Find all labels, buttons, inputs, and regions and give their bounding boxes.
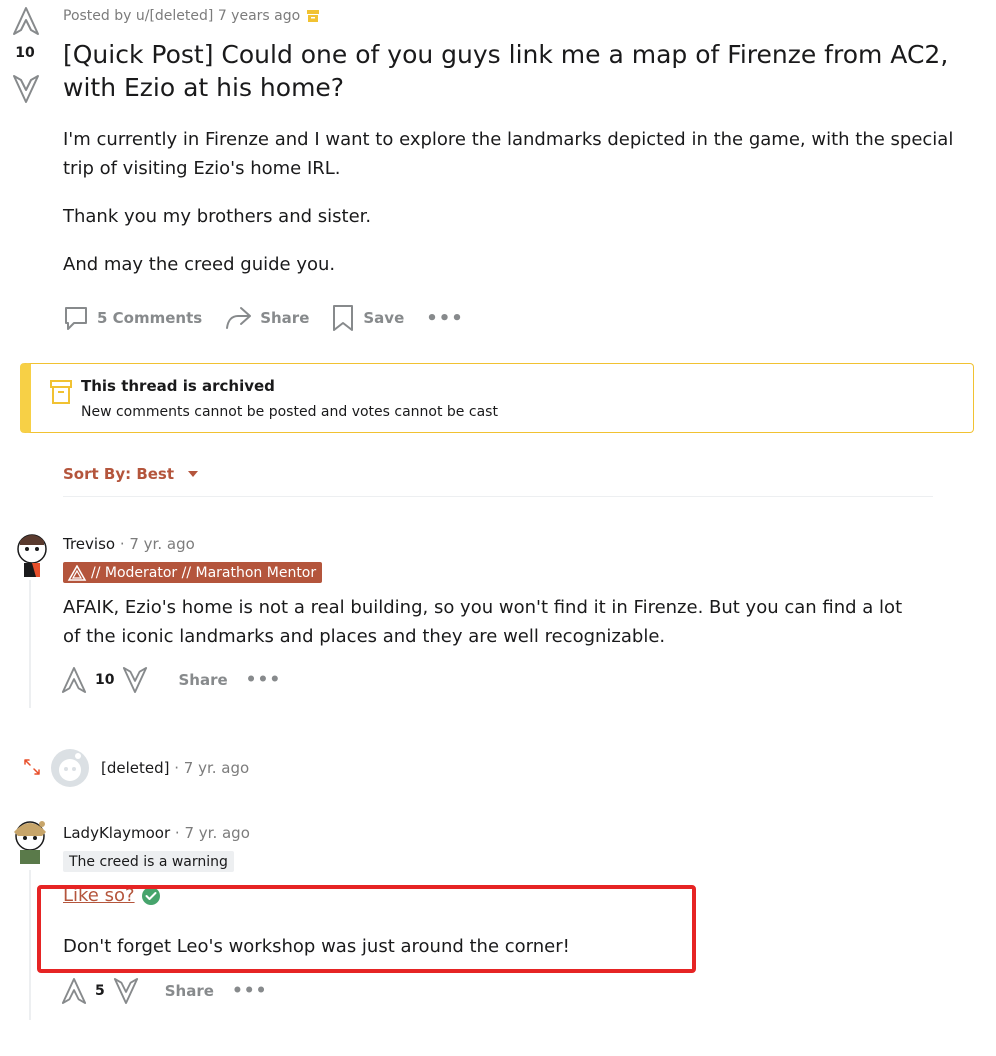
comment-actions: 10 Share ••• [61,665,281,695]
comment-time: · 7 yr. ago [115,535,195,553]
divider [63,496,933,497]
user-flair: // Moderator // Marathon Mentor [63,562,323,583]
expand-arrows-icon [24,759,40,775]
flair-text: // Moderator // Marathon Mentor [91,564,317,581]
downvote-button[interactable] [122,665,148,695]
share-icon [226,307,252,329]
comment-meta: LadyKlaymoor · 7 yr. ago [63,824,250,842]
avatar[interactable] [8,814,52,866]
post-score: 10 [15,45,35,61]
archive-box-icon [50,379,72,405]
comment-more-button[interactable]: ••• [232,981,268,1001]
archived-title: This thread is archived [81,377,275,395]
archived-subtitle: New comments cannot be posted and votes … [81,404,498,420]
comments-button[interactable]: 5 Comments [63,305,202,331]
save-button[interactable]: Save [331,304,404,332]
upvote-button[interactable] [12,6,40,36]
sort-label: Sort By: Best [63,465,175,483]
save-label: Save [363,309,405,327]
comment-meta: Treviso · 7 yr. ago [63,535,195,553]
default-avatar-icon [51,749,89,787]
downvote-button[interactable] [12,74,40,104]
thread-line[interactable] [29,870,31,1020]
upvote-button[interactable] [61,976,87,1006]
user-flair: The creed is a warning [63,851,234,872]
thread-line[interactable] [29,580,31,708]
bookmark-icon [333,305,354,331]
downvote-button[interactable] [113,976,139,1006]
assassin-insignia-icon [67,564,87,581]
assassin-upvote-icon [61,978,87,1004]
post-body: I'm currently in Firenze and I want to e… [63,125,983,298]
comment-share-button[interactable]: Share [178,671,227,689]
caret-down-icon [188,471,199,477]
comment-author[interactable]: LadyKlaymoor [63,824,170,842]
avatar[interactable] [12,527,52,579]
upvote-button[interactable] [61,665,87,695]
snoo-avatar-icon [17,534,47,577]
snoo-avatar-icon [14,821,46,864]
archived-icon [307,10,320,22]
assassin-downvote-icon [113,978,138,1004]
post-meta-text: Posted by u/[deleted] 7 years ago [63,8,301,24]
comment-score: 5 [95,983,105,999]
comment-actions: 5 Share ••• [61,976,268,1006]
post-meta: Posted by u/[deleted] 7 years ago [63,8,320,24]
share-button[interactable]: Share [224,305,309,331]
post-actions: 5 Comments Share Save ••• [63,302,464,334]
sort-dropdown[interactable]: Sort By: Best [63,465,199,483]
share-label: Share [260,309,310,327]
post-paragraph: I'm currently in Firenze and I want to e… [63,129,954,179]
expand-button[interactable] [23,758,41,776]
post-paragraph: And may the creed guide you. [63,254,336,275]
highlight-box [37,885,696,973]
comments-label: 5 Comments [97,309,203,327]
comment-icon [65,307,87,330]
post-paragraph: Thank you my brothers and sister. [63,206,372,227]
assassin-downvote-icon [13,75,39,103]
comment-meta: [deleted] · 7 yr. ago [101,759,249,777]
assassin-downvote-icon [123,667,148,693]
comment-score: 10 [95,672,115,688]
comment-more-button[interactable]: ••• [246,670,282,690]
more-options-button[interactable]: ••• [426,308,464,329]
comment-body: AFAIK, Ezio's home is not a real buildin… [63,597,903,647]
comment-author[interactable]: Treviso [63,535,115,553]
post-title: [Quick Post] Could one of you guys link … [63,40,949,102]
comment-time: · 7 yr. ago [170,824,250,842]
avatar[interactable] [50,748,90,788]
comment-author: [deleted] [101,759,170,777]
comment-share-button[interactable]: Share [165,982,214,1000]
comment-time: · 7 yr. ago [169,759,250,777]
archived-banner [20,363,974,433]
assassin-upvote-icon [61,667,87,693]
assassin-upvote-icon [13,7,39,35]
